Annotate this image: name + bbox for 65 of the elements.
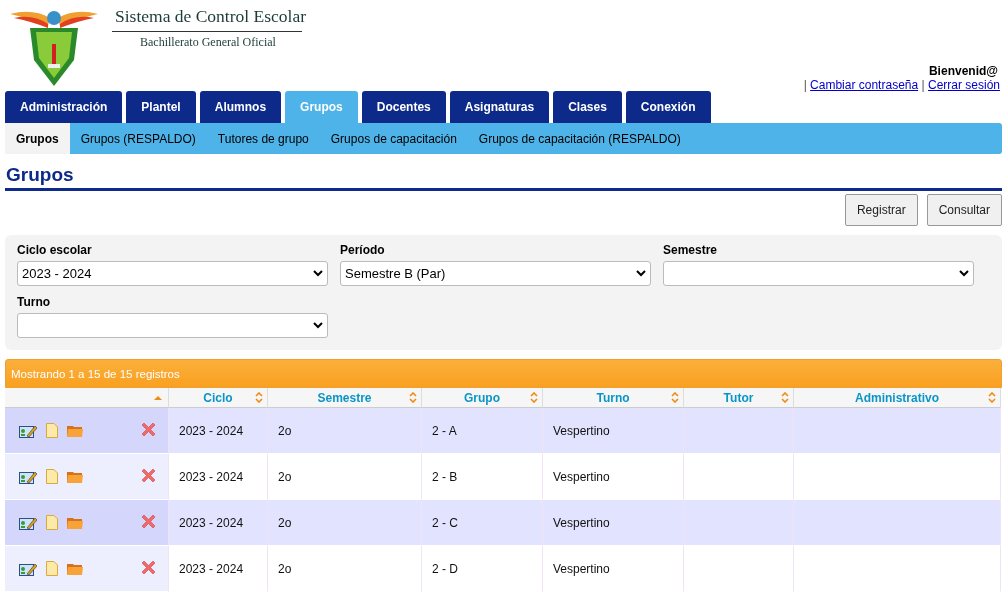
table-cell: 2023 - 2024 xyxy=(169,408,268,454)
chevron-icon xyxy=(313,322,323,329)
sort-ascending-icon[interactable] xyxy=(154,395,162,401)
edit-icon[interactable] xyxy=(19,515,37,530)
sort-icon xyxy=(409,392,417,403)
edit-icon[interactable] xyxy=(19,469,37,484)
table-cell: 2 - A xyxy=(422,408,543,454)
sort-icon xyxy=(530,392,538,403)
nav-tab[interactable]: Docentes xyxy=(361,91,446,123)
nav-tab[interactable]: Administración xyxy=(5,91,123,123)
table-cell: 2o xyxy=(268,500,422,546)
table-cell: 2o xyxy=(268,408,422,454)
nav-tab[interactable]: Asignaturas xyxy=(449,91,550,123)
folder-icon[interactable] xyxy=(67,424,83,437)
select-field[interactable] xyxy=(17,313,328,338)
nav-tab[interactable]: Clases xyxy=(553,91,622,123)
table-cell: 2023 - 2024 xyxy=(169,500,268,546)
separator-text: | xyxy=(921,78,925,92)
sub-tab[interactable]: Grupos (RESPALDO) xyxy=(69,123,207,154)
document-icon[interactable] xyxy=(46,469,58,484)
table-cell: Vespertino xyxy=(543,500,684,546)
chevron-icon xyxy=(636,270,646,277)
select-field[interactable]: Semestre B (Par) xyxy=(340,261,651,286)
sort-icon xyxy=(671,392,679,403)
account-link[interactable]: Cambiar contraseña xyxy=(810,78,919,92)
document-icon[interactable] xyxy=(46,561,58,576)
chevron-icon xyxy=(313,270,323,277)
edit-icon[interactable] xyxy=(19,423,37,438)
folder-icon[interactable] xyxy=(67,562,83,575)
folder-icon[interactable] xyxy=(67,516,83,529)
delete-icon[interactable] xyxy=(142,468,155,482)
chevron-icon xyxy=(959,270,969,277)
nav-tab[interactable]: Plantel xyxy=(126,91,196,123)
delete-icon[interactable] xyxy=(142,560,155,574)
app-subtitle: Bachillerato General Oficial xyxy=(140,35,277,50)
sub-tab[interactable]: Grupos de capacitación (RESPALDO) xyxy=(467,123,692,154)
document-icon[interactable] xyxy=(46,423,58,438)
action-button[interactable]: Consultar xyxy=(926,194,1002,226)
sub-tab[interactable]: Grupos xyxy=(5,123,70,154)
action-button[interactable]: Registrar xyxy=(844,194,918,226)
delete-icon[interactable] xyxy=(142,514,155,528)
table-cell: 2 - C xyxy=(422,500,543,546)
sort-icon xyxy=(988,392,996,403)
filter-label: Ciclo escolar xyxy=(17,243,92,257)
edit-icon[interactable] xyxy=(19,561,37,576)
folder-icon[interactable] xyxy=(67,470,83,483)
nav-tab[interactable]: Conexión xyxy=(625,91,711,123)
sort-icon xyxy=(255,392,263,403)
sort-icon xyxy=(781,392,789,403)
delete-icon[interactable] xyxy=(142,422,155,436)
records-info: Mostrando 1 a 15 de 15 registros xyxy=(11,367,180,380)
separator-text: | xyxy=(803,78,807,92)
filter-label: Turno xyxy=(17,295,51,309)
nav-tab[interactable]: Alumnos xyxy=(199,91,282,123)
select-field[interactable]: 2023 - 2024 xyxy=(17,261,328,286)
page-title: Grupos xyxy=(6,164,74,186)
filter-label: Semestre xyxy=(663,243,718,257)
sub-tab[interactable]: Grupos de capacitación xyxy=(319,123,468,154)
table-cell: Vespertino xyxy=(543,408,684,454)
welcome-text: Bienvenid@ xyxy=(928,64,999,78)
select-field[interactable] xyxy=(663,261,974,286)
account-link[interactable]: Cerrar sesión xyxy=(927,78,1000,92)
sub-tab[interactable]: Tutores de grupo xyxy=(206,123,320,154)
document-icon[interactable] xyxy=(46,515,58,530)
filter-label: Período xyxy=(340,243,385,257)
